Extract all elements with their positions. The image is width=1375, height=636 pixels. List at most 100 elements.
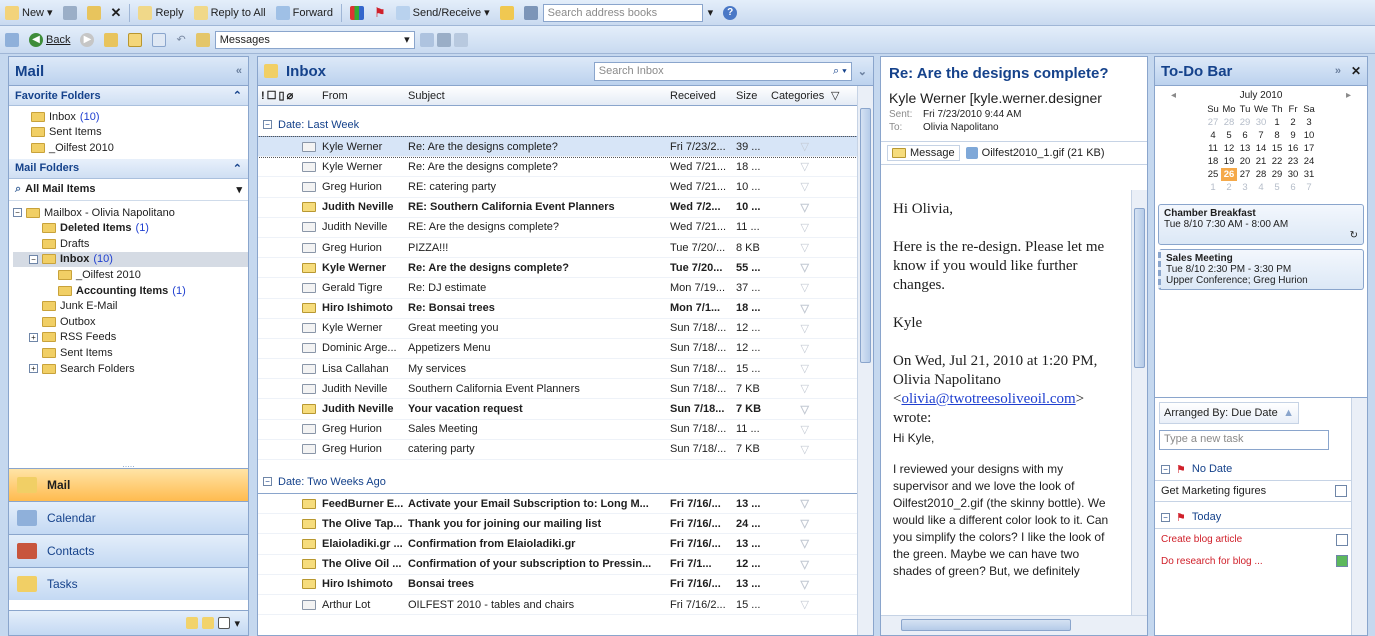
calendar-day[interactable]: 4 bbox=[1253, 181, 1269, 194]
group-header-two-weeks-ago[interactable]: − Date: Two Weeks Ago bbox=[258, 470, 873, 494]
collapse-nav-icon[interactable]: « bbox=[236, 65, 242, 77]
column-from[interactable]: From bbox=[322, 90, 408, 102]
category-green-icon[interactable] bbox=[1336, 555, 1349, 567]
all-mail-items-dropdown[interactable]: ⌕ All Mail Items ▾ bbox=[9, 179, 248, 201]
inbox-scrollbar[interactable] bbox=[857, 86, 873, 635]
calendar-day[interactable]: 29 bbox=[1237, 116, 1253, 129]
message-row[interactable]: Greg Hurion PIZZA!!! Tue 7/20/... 8 KB ▽ bbox=[258, 238, 873, 259]
calendar-day[interactable]: 29 bbox=[1269, 168, 1285, 181]
undo-button[interactable]: ↶ bbox=[171, 31, 190, 48]
reply-button[interactable]: Reply bbox=[133, 4, 188, 22]
group-header-last-week[interactable]: − Date: Last Week bbox=[258, 113, 873, 137]
reading-hscroll-thumb[interactable] bbox=[901, 619, 1071, 631]
forward-button[interactable]: Forward bbox=[271, 4, 338, 22]
print-button[interactable] bbox=[58, 4, 82, 22]
folder-tree-item[interactable]: + Search Folders bbox=[13, 361, 248, 377]
collapse-group-icon[interactable]: − bbox=[263, 477, 272, 486]
calendar-day[interactable]: 12 bbox=[1221, 142, 1237, 155]
message-row[interactable]: Kyle Werner Re: Are the designs complete?… bbox=[258, 157, 873, 178]
message-row[interactable]: FeedBurner E... Activate your Email Subsc… bbox=[258, 494, 873, 515]
appointment-chamber-breakfast[interactable]: Chamber Breakfast Tue 8/10 7:30 AM - 8:0… bbox=[1158, 204, 1364, 245]
sort-icon-columns[interactable]: !☐▯⌀ bbox=[258, 89, 322, 102]
calendar-day[interactable]: 9 bbox=[1285, 129, 1301, 142]
new-task-input[interactable]: Type a new task bbox=[1159, 430, 1329, 450]
calendar-day[interactable]: 18 bbox=[1205, 155, 1221, 168]
folder-tree-item[interactable]: Outbox bbox=[13, 314, 248, 330]
message-row[interactable]: Elaioladiki.gr ... Confirmation from Elai… bbox=[258, 534, 873, 555]
flag-outline-icon[interactable]: ▽ bbox=[771, 180, 813, 193]
calendar-day[interactable]: 15 bbox=[1269, 142, 1285, 155]
expand-collapse-icon[interactable]: + bbox=[29, 332, 38, 342]
reply-all-button[interactable]: Reply to All bbox=[189, 4, 271, 22]
column-received[interactable]: Received bbox=[670, 90, 736, 102]
message-row[interactable]: Arthur Lot OILFEST 2010 - tables and chai… bbox=[258, 595, 873, 616]
message-row[interactable]: Judith Neville Your vacation request Sun 7… bbox=[258, 399, 873, 420]
calendar-day[interactable]: 30 bbox=[1285, 168, 1301, 181]
favorite-folder-item[interactable]: _Oilfest 2010 bbox=[31, 140, 248, 156]
calendar-day[interactable]: 11 bbox=[1205, 142, 1221, 155]
message-row[interactable]: Judith Neville RE: Southern California Ev… bbox=[258, 198, 873, 218]
flag-outline-icon[interactable]: ▽ bbox=[771, 261, 813, 274]
mail-folders-header[interactable]: Mail Folders ⌃ bbox=[9, 158, 248, 179]
folder-tree-item[interactable]: + RSS Feeds bbox=[13, 330, 248, 346]
message-row[interactable]: Kyle Werner Re: Are the designs complete?… bbox=[258, 135, 873, 159]
flag-outline-icon[interactable]: ▽ bbox=[771, 160, 813, 173]
folder-tree-item[interactable]: _Oilfest 2010 bbox=[13, 267, 248, 283]
message-row[interactable]: Greg Hurion RE: catering party Wed 7/21...… bbox=[258, 177, 873, 198]
calendar-day[interactable]: 5 bbox=[1221, 129, 1237, 142]
calendar-day[interactable]: 5 bbox=[1269, 181, 1285, 194]
address-search-input[interactable]: Search address books bbox=[542, 3, 703, 22]
find-button[interactable] bbox=[495, 4, 519, 22]
inbox-scroll-thumb[interactable] bbox=[860, 108, 871, 363]
type-icon-button[interactable] bbox=[0, 31, 24, 49]
reading-scroll-thumb[interactable] bbox=[1134, 208, 1145, 368]
task-checkbox[interactable] bbox=[1335, 485, 1348, 497]
flag-outline-icon[interactable]: ▽ bbox=[771, 281, 813, 294]
calendar-day[interactable]: 2 bbox=[1221, 181, 1237, 194]
delete-button[interactable]: ✕ bbox=[106, 3, 127, 23]
task-checkbox[interactable] bbox=[1336, 533, 1349, 546]
message-sender[interactable]: Kyle Werner [kyle.werner.designer bbox=[889, 90, 1139, 106]
message-row[interactable]: Greg Hurion Sales Meeting Sun 7/18/... 11 .… bbox=[258, 420, 873, 440]
group-today[interactable]: − ⚑ Today bbox=[1155, 506, 1367, 528]
task-item[interactable]: Get Marketing figures⚑ bbox=[1155, 480, 1367, 502]
notes-icon[interactable] bbox=[186, 617, 199, 629]
flag-outline-icon[interactable]: ▽ bbox=[771, 382, 813, 395]
view-combo[interactable]: Messages ▾ bbox=[214, 30, 415, 49]
message-row[interactable]: Kyle Werner Great meeting you Sun 7/18/...… bbox=[258, 319, 873, 339]
column-categories[interactable]: Categories bbox=[771, 90, 831, 102]
prev-month-icon[interactable]: ◂ bbox=[1171, 90, 1176, 101]
flag-outline-icon[interactable]: ▽ bbox=[771, 322, 813, 335]
collapse-group-icon[interactable]: − bbox=[263, 120, 272, 129]
flag-outline-icon[interactable]: ▽ bbox=[771, 598, 813, 611]
flag-outline-icon[interactable]: ▽ bbox=[771, 537, 813, 550]
arrange-by-header[interactable]: Arranged By: Due Date ▲ bbox=[1159, 402, 1299, 424]
collapse-group-icon[interactable]: − bbox=[1161, 464, 1170, 474]
flag-outline-icon[interactable]: ▽ bbox=[771, 517, 813, 530]
message-row[interactable]: Gerald Tigre Re: DJ estimate Mon 7/19... 37… bbox=[258, 278, 873, 299]
folder-tree-item[interactable]: Sent Items bbox=[13, 345, 248, 361]
calendar-day[interactable]: 1 bbox=[1269, 116, 1285, 129]
column-subject[interactable]: Subject bbox=[408, 90, 670, 102]
new-button[interactable]: New ▾ bbox=[0, 4, 58, 22]
calendar-day[interactable]: 31 bbox=[1301, 168, 1317, 181]
nav-button-contacts[interactable]: Contacts bbox=[9, 534, 248, 567]
favorite-folder-item[interactable]: Inbox (10) bbox=[31, 109, 248, 125]
favorite-folders-header[interactable]: Favorite Folders ⌃ bbox=[9, 86, 248, 106]
group-no-date[interactable]: − ⚑ No Date bbox=[1155, 458, 1367, 480]
favorite-folder-item[interactable]: Sent Items bbox=[31, 125, 248, 141]
message-row[interactable]: The Olive Oil ... Confirmation of your su… bbox=[258, 555, 873, 575]
message-row[interactable]: Judith Neville RE: Are the designs comple… bbox=[258, 218, 873, 238]
flag-outline-icon[interactable]: ▽ bbox=[771, 140, 813, 153]
minimize-todo-icon[interactable]: » bbox=[1335, 65, 1341, 77]
categorize-button[interactable] bbox=[345, 4, 369, 22]
message-row[interactable]: Dominic Arge... Appetizers Menu Sun 7/18/.… bbox=[258, 339, 873, 360]
calendar-day[interactable]: 7 bbox=[1301, 181, 1317, 194]
configure-buttons-icon[interactable]: ▾ bbox=[234, 617, 240, 630]
flag-outline-icon[interactable]: ▽ bbox=[771, 558, 813, 571]
move-button[interactable] bbox=[82, 4, 106, 22]
message-row[interactable]: Hiro Ishimoto Re: Bonsai trees Mon 7/1... 1… bbox=[258, 299, 873, 319]
reading-scrollbar[interactable] bbox=[1131, 190, 1147, 615]
flag-outline-icon[interactable]: ▽ bbox=[771, 403, 813, 416]
calendar-day[interactable]: 23 bbox=[1285, 155, 1301, 168]
